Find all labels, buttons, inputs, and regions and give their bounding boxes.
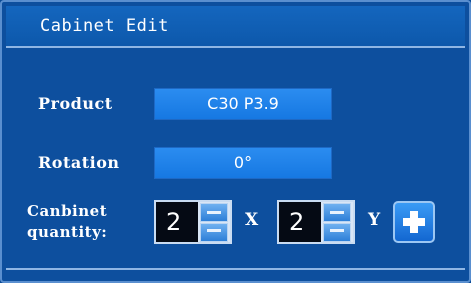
product-select[interactable]: C30 P3.9 (154, 88, 332, 120)
quantity-x-input[interactable]: 2 (156, 202, 198, 242)
bottom-divider (6, 268, 465, 270)
quantity-x-decrement-button[interactable] (200, 223, 228, 242)
y-axis-label: Y (368, 210, 381, 230)
quantity-y-decrement-button[interactable] (323, 223, 351, 242)
x-axis-label: X (245, 210, 259, 230)
cabinet-quantity-label-line1: Canbinet (27, 202, 108, 220)
rotation-select[interactable]: 0° (154, 147, 332, 179)
cabinet-edit-dialog: Cabinet Edit Product C30 P3.9 Rotation 0… (0, 0, 471, 283)
add-cabinet-button[interactable] (393, 201, 435, 243)
spin-down-icon (207, 229, 221, 232)
quantity-x-stepper[interactable]: 2 (154, 200, 232, 244)
spin-up-icon (207, 211, 221, 214)
quantity-y-stepper[interactable]: 2 (277, 200, 355, 244)
cabinet-quantity-label-line2: quantity: (27, 223, 108, 241)
rotation-label: Rotation (38, 153, 120, 172)
spin-up-icon (330, 211, 344, 214)
dialog-titlebar: Cabinet Edit (6, 6, 465, 48)
quantity-y-input[interactable]: 2 (279, 202, 321, 242)
dialog-title: Cabinet Edit (40, 16, 169, 36)
spin-down-icon (330, 229, 344, 232)
quantity-x-increment-button[interactable] (200, 203, 228, 222)
quantity-y-increment-button[interactable] (323, 203, 351, 222)
product-label: Product (38, 94, 113, 113)
